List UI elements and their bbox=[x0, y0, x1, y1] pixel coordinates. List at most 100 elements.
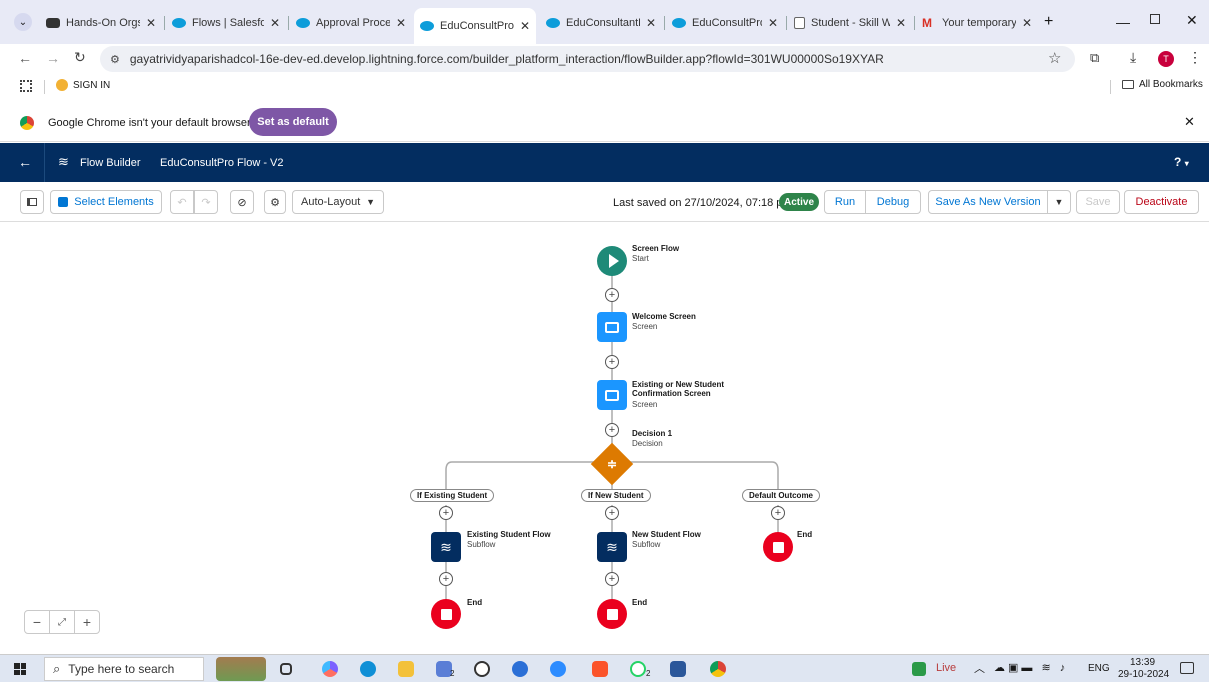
live-weather-icon[interactable] bbox=[912, 662, 926, 676]
windows-start-icon[interactable] bbox=[14, 663, 26, 675]
close-icon[interactable]: ✕ bbox=[896, 16, 906, 30]
branch-default-outcome[interactable]: Default Outcome bbox=[742, 489, 821, 502]
toggle-panel-button[interactable] bbox=[20, 190, 44, 214]
dell-icon[interactable] bbox=[474, 661, 490, 677]
add-element-button[interactable]: + bbox=[439, 506, 453, 520]
errors-button[interactable]: ⊘ bbox=[230, 190, 254, 214]
add-element-button[interactable]: + bbox=[605, 355, 619, 369]
run-button[interactable]: Run bbox=[824, 190, 866, 214]
end-node[interactable] bbox=[431, 599, 461, 629]
close-icon[interactable]: ✕ bbox=[146, 16, 156, 30]
debug-button[interactable]: Debug bbox=[865, 190, 921, 214]
save-as-new-version-button[interactable]: Save As New Version bbox=[928, 190, 1048, 214]
task-view-icon[interactable] bbox=[280, 663, 292, 675]
tab-gmail[interactable]: M Your temporary ✕ bbox=[916, 10, 1038, 36]
redo-button[interactable]: ↷ bbox=[194, 190, 218, 214]
zoom-in-button[interactable]: + bbox=[75, 611, 99, 633]
chrome-taskbar-icon[interactable] bbox=[710, 661, 726, 677]
close-icon[interactable]: ✕ bbox=[1022, 16, 1032, 30]
new-tab-icon[interactable]: + bbox=[1044, 14, 1053, 30]
window-close-icon[interactable]: ✕ bbox=[1186, 12, 1198, 29]
add-element-button[interactable]: + bbox=[605, 506, 619, 520]
site-settings-icon[interactable]: ⚙ bbox=[110, 53, 120, 66]
zoom-out-button[interactable]: − bbox=[25, 611, 50, 633]
branch-new-student[interactable]: If New Student bbox=[581, 489, 651, 502]
brave-icon[interactable] bbox=[592, 661, 608, 677]
all-bookmarks-button[interactable]: All Bookmarks bbox=[1122, 79, 1203, 90]
news-widget-icon[interactable] bbox=[216, 657, 266, 681]
download-icon[interactable]: ⤓ bbox=[1130, 49, 1136, 66]
layout-select[interactable]: Auto-Layout ▼ bbox=[292, 190, 384, 214]
add-element-button[interactable]: + bbox=[439, 572, 453, 586]
url-input[interactable]: ⚙ gayatrividyaparishadcol-16e-dev-ed.dev… bbox=[100, 46, 1075, 72]
menu-kebab-icon[interactable]: ⋮ bbox=[1188, 49, 1202, 66]
tab-flows[interactable]: Flows | Salesforce ✕ bbox=[166, 10, 286, 36]
whatsapp-icon[interactable] bbox=[630, 661, 646, 677]
app-icon[interactable] bbox=[512, 661, 528, 677]
zoom-app-icon[interactable] bbox=[550, 661, 566, 677]
new-student-subflow-node[interactable]: ≋ bbox=[597, 532, 627, 562]
forward-icon[interactable]: → bbox=[46, 50, 60, 66]
existing-student-flow-subtitle: Subflow bbox=[467, 540, 496, 549]
file-explorer-icon[interactable] bbox=[398, 661, 414, 677]
live-label: Live bbox=[936, 662, 957, 674]
tray-chevron-up-icon[interactable]: ︿ bbox=[974, 660, 985, 676]
add-element-button[interactable]: + bbox=[771, 506, 785, 520]
word-icon[interactable] bbox=[670, 661, 686, 677]
start-node[interactable] bbox=[597, 246, 627, 276]
tab-student-skill[interactable]: Student - Skill W ✕ bbox=[788, 10, 912, 36]
select-elements-button[interactable]: Select Elements bbox=[50, 190, 162, 214]
back-arrow-icon[interactable]: ← bbox=[18, 154, 32, 170]
profile-avatar[interactable]: T bbox=[1158, 51, 1174, 67]
restore-icon[interactable] bbox=[1150, 14, 1160, 24]
decision-title: Decision 1 bbox=[632, 429, 673, 438]
reload-icon[interactable]: ↻ bbox=[74, 49, 86, 66]
close-icon[interactable]: ✕ bbox=[270, 16, 280, 30]
apps-grid-icon[interactable] bbox=[20, 80, 32, 92]
tab-search-icon[interactable]: ⌄ bbox=[14, 13, 32, 31]
branch-existing-student[interactable]: If Existing Student bbox=[410, 489, 495, 502]
confirmation-screen-node[interactable] bbox=[597, 380, 627, 410]
minimize-icon[interactable]: — bbox=[1116, 14, 1130, 30]
close-icon[interactable]: ✕ bbox=[520, 19, 530, 33]
tab-educonsultantpr[interactable]: EduConsultantPr ✕ bbox=[540, 10, 662, 36]
tab-hands-on-orgs[interactable]: Hands-On Orgs ✕ bbox=[40, 10, 162, 36]
back-icon[interactable]: ← bbox=[18, 50, 32, 66]
tray-icons[interactable]: ☁▣▬ ≋ ♪ bbox=[994, 661, 1068, 674]
fit-view-button[interactable]: ⤢ bbox=[50, 611, 75, 633]
tab-approval-process[interactable]: Approval Process ✕ bbox=[290, 10, 412, 36]
help-button[interactable]: ? ▾ bbox=[1174, 155, 1189, 169]
clock-time: 13:39 bbox=[1130, 657, 1156, 668]
add-element-button[interactable]: + bbox=[605, 572, 619, 586]
add-element-button[interactable]: + bbox=[605, 288, 619, 302]
infobar-close-icon[interactable]: ✕ bbox=[1184, 114, 1195, 130]
edge-icon[interactable] bbox=[360, 661, 376, 677]
tab-educonsultpro-a[interactable]: EduConsultPro A ✕ bbox=[666, 10, 784, 36]
set-as-default-button[interactable]: Set as default bbox=[249, 108, 337, 136]
bookmark-star-icon[interactable]: ☆ bbox=[1048, 49, 1061, 67]
flow-canvas[interactable]: Screen Flow Start + Welcome Screen Scree… bbox=[0, 222, 1209, 654]
deactivate-button[interactable]: Deactivate bbox=[1124, 190, 1199, 214]
existing-student-subflow-node[interactable]: ≋ bbox=[431, 532, 461, 562]
end-node[interactable] bbox=[597, 599, 627, 629]
end-node[interactable] bbox=[763, 532, 793, 562]
settings-button[interactable]: ⚙ bbox=[264, 190, 286, 214]
save-menu-button[interactable]: ▼ bbox=[1047, 190, 1071, 214]
language-indicator[interactable]: ENG bbox=[1088, 663, 1110, 674]
save-button[interactable]: Save bbox=[1076, 190, 1120, 214]
bookmark-sign-in[interactable]: SIGN IN bbox=[56, 79, 110, 91]
tab-educonsultpro-flow[interactable]: EduConsultPro F ✕ bbox=[414, 8, 536, 44]
taskbar-search-input[interactable]: ⌕ Type here to search bbox=[44, 657, 204, 681]
close-icon[interactable]: ✕ bbox=[646, 16, 656, 30]
start-subtitle: Start bbox=[632, 254, 649, 263]
gmail-icon: M bbox=[922, 16, 932, 30]
end-title: End bbox=[797, 530, 813, 539]
close-icon[interactable]: ✕ bbox=[396, 16, 406, 30]
extensions-icon[interactable]: ⧉ bbox=[1090, 50, 1099, 66]
undo-button[interactable]: ↶ bbox=[170, 190, 194, 214]
notifications-icon[interactable] bbox=[1180, 662, 1194, 674]
welcome-screen-node[interactable] bbox=[597, 312, 627, 342]
add-element-button[interactable]: + bbox=[605, 423, 619, 437]
copilot-icon[interactable] bbox=[322, 661, 338, 677]
close-icon[interactable]: ✕ bbox=[768, 16, 778, 30]
